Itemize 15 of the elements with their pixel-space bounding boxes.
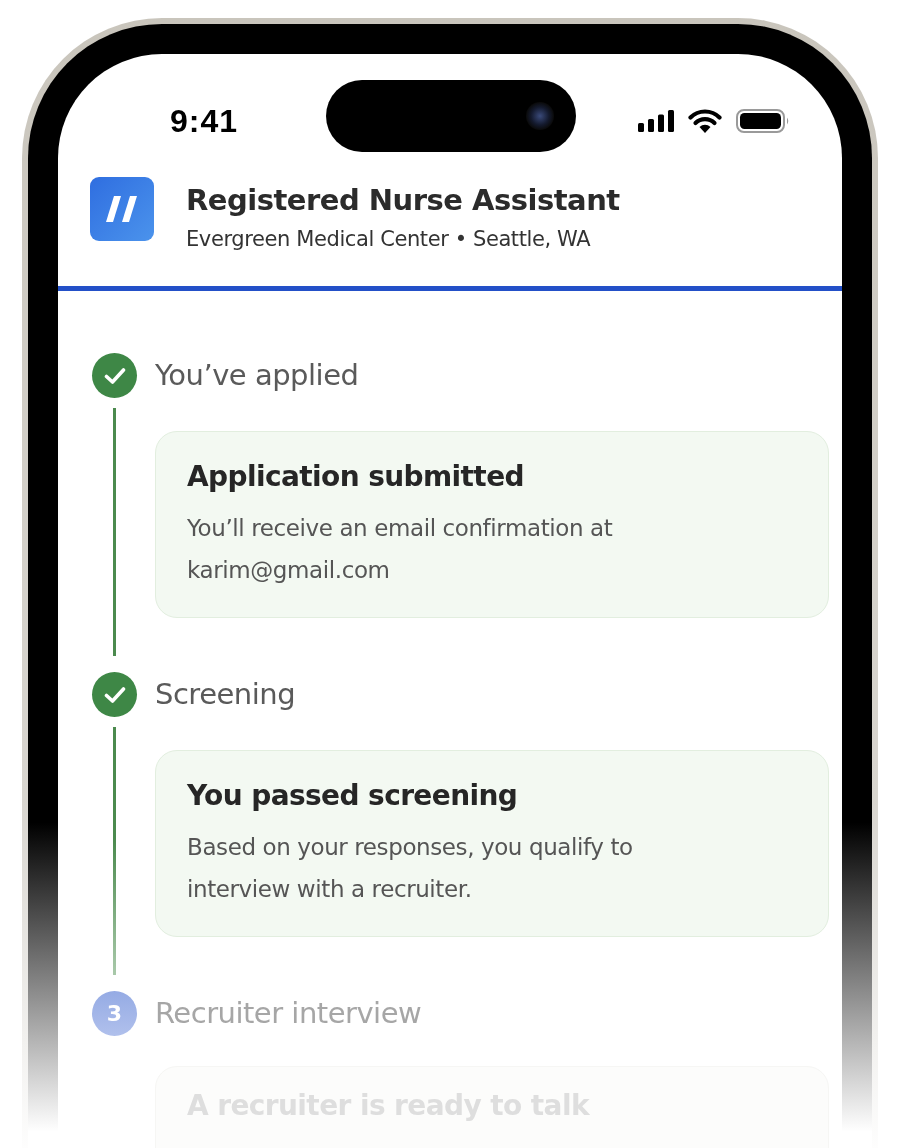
job-location: Evergreen Medical Center • Seattle, WA — [186, 227, 592, 251]
step-label: You’ve applied — [155, 357, 360, 394]
wifi-icon — [688, 109, 722, 133]
job-title: Registered Nurse Assistant — [186, 183, 620, 217]
signal-icon — [638, 110, 674, 132]
clock-time: 9:41 — [170, 102, 239, 140]
card-title: You passed screening — [187, 779, 519, 812]
battery-icon — [736, 109, 790, 133]
step-label: Screening — [155, 676, 297, 713]
app-logo-icon — [90, 177, 154, 241]
card-text: Based on your responses, you qualify to interview with a recruiter. — [187, 833, 634, 904]
card-text: You’ll receive an email confirmation at karim@gmail.com — [187, 514, 614, 585]
step-number: 3 — [92, 991, 137, 1036]
card-title: Application submitted — [187, 460, 525, 493]
step-label: Recruiter interview — [155, 995, 423, 1032]
